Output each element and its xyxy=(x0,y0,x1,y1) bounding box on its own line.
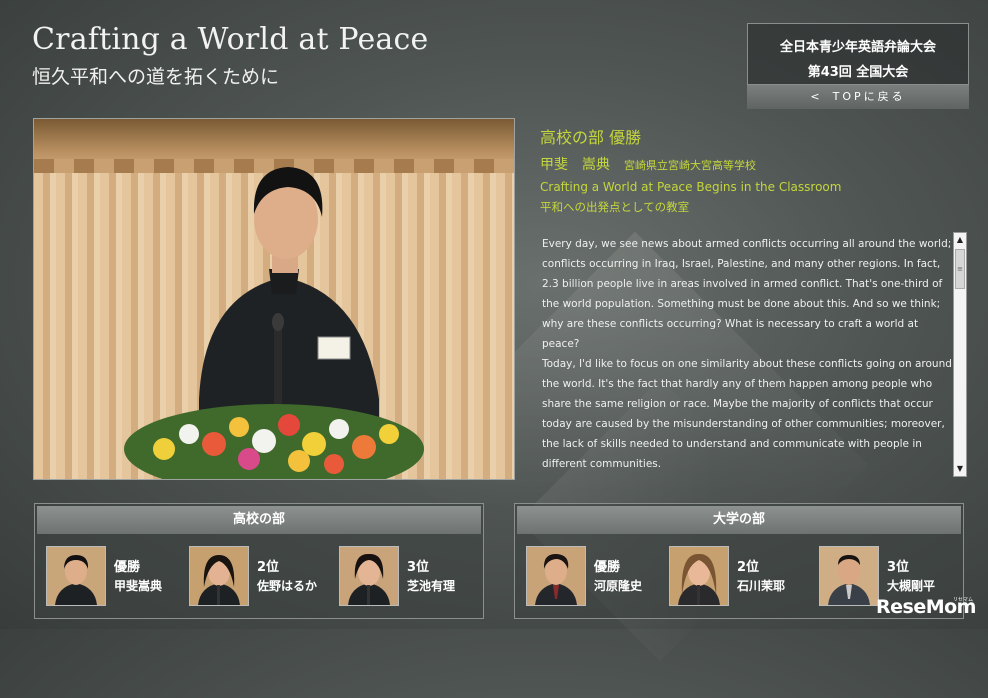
winner-rank: 3位 xyxy=(407,560,430,575)
winner-photo xyxy=(189,546,249,606)
back-to-top-label: TOPに戻る xyxy=(832,90,906,103)
speech-title-en: Crafting a World at Peace Begins in the … xyxy=(540,180,842,194)
winner-photo xyxy=(669,546,729,606)
winner-photo xyxy=(339,546,399,606)
winner-rank: 優勝 xyxy=(594,560,621,575)
winner-name: 大槻剛平 xyxy=(887,579,936,593)
winner-name: 甲斐嵩典 xyxy=(114,579,163,593)
resemom-logo-sub: リセマム xyxy=(953,597,974,603)
chevron-left-icon: < xyxy=(810,90,823,103)
winner-rank: 優勝 xyxy=(114,560,141,575)
winner-name: 石川茉耶 xyxy=(737,579,786,593)
transcript-scrollbar[interactable]: ▲ ≡ ▼ xyxy=(953,232,967,477)
winner-photo xyxy=(46,546,106,606)
winner-name: 佐野はるか xyxy=(257,579,318,593)
high-school-winners-panel: 高校の部 優勝 甲斐嵩典 2位 佐野はるか 3位 芝池有理 xyxy=(34,503,484,619)
event-name: 全日本青少年英語弁論大会 xyxy=(779,40,936,55)
speech-title-ja: 平和への出発点としての教室 xyxy=(540,200,690,214)
page-subtitle: 恒久平和への道を拓くために xyxy=(32,66,280,88)
event-info-box: 全日本青少年英語弁論大会 第43回 全国大会 xyxy=(747,23,969,85)
speech-text: Every day, we see news about armed confl… xyxy=(542,238,952,470)
scroll-down-arrow-icon[interactable]: ▼ xyxy=(955,463,965,475)
winner-name: 芝池有理 xyxy=(407,579,456,593)
speaker-school: 宮崎県立宮崎大宮高等学校 xyxy=(624,159,756,172)
panel-heading: 高校の部 xyxy=(37,506,481,534)
speech-transcript[interactable]: Every day, we see news about armed confl… xyxy=(540,232,952,476)
speaker-figure xyxy=(124,167,424,479)
winner-photo xyxy=(819,546,879,606)
panel-heading: 大学の部 xyxy=(517,506,961,534)
event-edition: 第43回 全国大会 xyxy=(807,65,909,80)
winner-name: 河原隆史 xyxy=(594,579,643,593)
speaker-name: 甲斐 嵩典 xyxy=(540,157,610,173)
scroll-up-arrow-icon[interactable]: ▲ xyxy=(955,234,965,246)
scrollbar-thumb[interactable]: ≡ xyxy=(955,249,965,289)
speech-video[interactable] xyxy=(33,118,515,480)
winner-rank: 3位 xyxy=(887,560,910,575)
award-heading: 高校の部 優勝 xyxy=(540,128,642,147)
winner-rank: 2位 xyxy=(737,560,760,575)
back-to-top-button[interactable]: < TOPに戻る xyxy=(747,85,969,109)
winner-photo xyxy=(526,546,586,606)
winner-rank: 2位 xyxy=(257,560,280,575)
page-title: Crafting a World at Peace xyxy=(32,22,429,57)
